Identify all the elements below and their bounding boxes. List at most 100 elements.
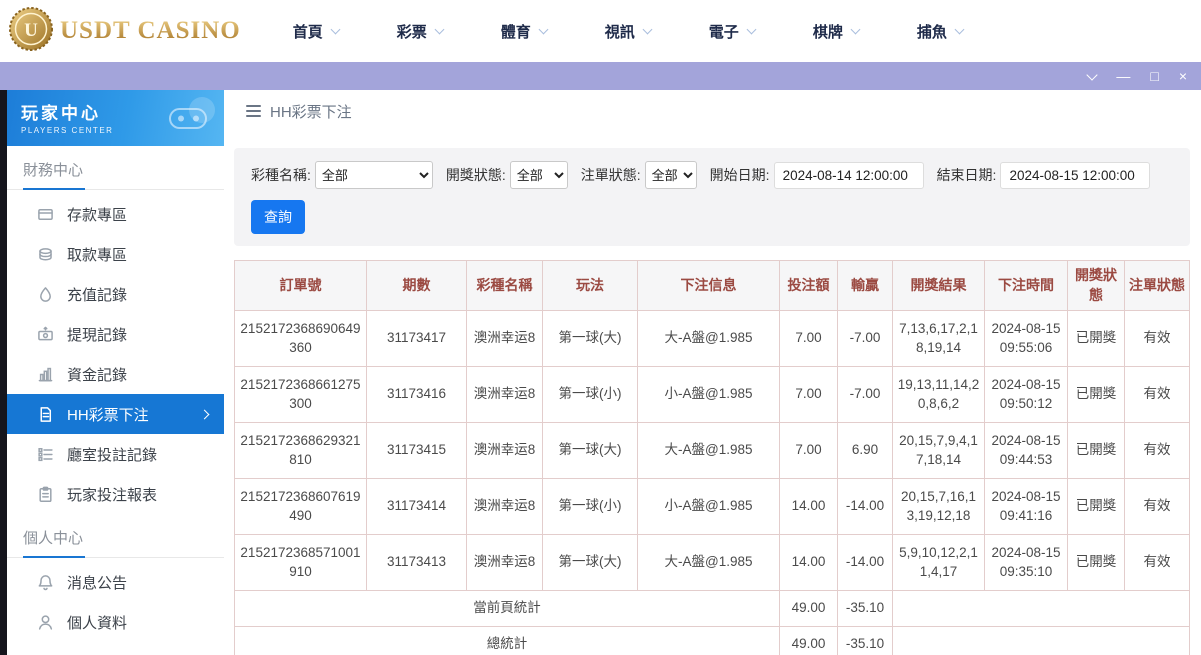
sidebar-item-label: 消息公告 xyxy=(67,572,127,593)
table-cell: 2024-08-15 09:41:16 xyxy=(985,478,1068,534)
sidebar-item-label: 廳室投註記錄 xyxy=(67,444,157,465)
chevron-down-icon xyxy=(954,24,964,34)
table-cell: 澳洲幸运8 xyxy=(467,366,543,422)
nav-item-label: 捕魚 xyxy=(917,21,947,42)
sidebar-item-funds-record[interactable]: 資金記錄 xyxy=(7,354,224,394)
table-cell: 有效 xyxy=(1125,310,1190,366)
column-header: 投注額 xyxy=(780,261,838,311)
table-cell: 2024-08-15 09:35:10 xyxy=(985,534,1068,590)
column-header: 玩法 xyxy=(543,261,638,311)
chevron-down-icon xyxy=(746,24,756,34)
bets-table: 訂單號 期數 彩種名稱 玩法 下注信息 投注額 輸贏 開獎結果 下注時間 開獎狀… xyxy=(234,260,1190,655)
sidebar-item-label: 取款專區 xyxy=(67,244,127,265)
top-nav: U USDT CASINO 首頁 彩票 體育 視訊 電子 棋牌 捕魚 xyxy=(0,0,1201,62)
column-header: 彩種名稱 xyxy=(467,261,543,311)
column-header: 輸贏 xyxy=(838,261,893,311)
table-cell: 有效 xyxy=(1125,422,1190,478)
chevron-down-icon xyxy=(1087,69,1098,80)
table-cell: 小-A盤@1.985 xyxy=(638,366,780,422)
sidebar-item-cashout-record[interactable]: 提現記錄 xyxy=(7,314,224,354)
content-header: HH彩票下注 xyxy=(224,90,1201,132)
column-header: 下注信息 xyxy=(638,261,780,311)
page-title: HH彩票下注 xyxy=(270,101,352,122)
summary-empty-cell xyxy=(893,626,1190,655)
nav-item-label: 電子 xyxy=(709,21,739,42)
minimize-button[interactable]: — xyxy=(1116,69,1130,83)
table-cell: 澳洲幸运8 xyxy=(467,310,543,366)
column-header: 期數 xyxy=(367,261,467,311)
table-cell: 2152172368607619490 xyxy=(235,478,367,534)
table-cell: 31173417 xyxy=(367,310,467,366)
maximize-button[interactable]: □ xyxy=(1150,69,1158,83)
usdt-coin-icon: U xyxy=(8,6,54,57)
sidebar-item-announcements[interactable]: 消息公告 xyxy=(7,562,224,602)
deposit-card-icon xyxy=(37,206,54,223)
chevron-down-icon xyxy=(434,24,444,34)
table-row: 215217236860761949031173414澳洲幸运8第一球(小)小-… xyxy=(235,478,1190,534)
start-date-input[interactable] xyxy=(774,162,924,189)
nav-item-chess[interactable]: 棋牌 xyxy=(813,21,859,42)
table-cell: -7.00 xyxy=(838,310,893,366)
nav-item-video[interactable]: 視訊 xyxy=(605,21,651,42)
table-cell: 有效 xyxy=(1125,478,1190,534)
table-cell: 澳洲幸运8 xyxy=(467,534,543,590)
table-cell: 已開獎 xyxy=(1068,366,1125,422)
sidebar-item-deposit[interactable]: 存款專區 xyxy=(7,194,224,234)
end-date-input[interactable] xyxy=(1000,162,1150,189)
bet-status-select[interactable]: 全部 xyxy=(645,161,697,189)
logo[interactable]: U USDT CASINO xyxy=(8,6,241,57)
end-date-label: 結束日期: xyxy=(937,165,997,185)
nav-item-fishing[interactable]: 捕魚 xyxy=(917,21,963,42)
close-button[interactable]: × xyxy=(1179,69,1187,83)
table-cell: 2024-08-15 09:50:12 xyxy=(985,366,1068,422)
search-button[interactable]: 查詢 xyxy=(251,200,305,234)
bar-chart-icon xyxy=(37,366,54,383)
nav-item-label: 棋牌 xyxy=(813,21,843,42)
bet-status-label: 注單狀態: xyxy=(581,165,641,185)
players-center-header: 玩家中心 PLAYERS CENTER xyxy=(7,90,224,146)
sidebar-item-room-bet-record[interactable]: 廳室投註記錄 xyxy=(7,434,224,474)
lottery-ticket-icon xyxy=(37,406,54,423)
list-icon xyxy=(37,446,54,463)
table-cell: 7.00 xyxy=(780,422,838,478)
table-cell: 7.00 xyxy=(780,366,838,422)
table-cell: -7.00 xyxy=(838,366,893,422)
svg-text:U: U xyxy=(24,20,38,41)
chevron-down-icon xyxy=(850,24,860,34)
sidebar-item-withdraw[interactable]: 取款專區 xyxy=(7,234,224,274)
nav-item-label: 視訊 xyxy=(605,21,635,42)
window-titlebar: — □ × xyxy=(0,62,1201,90)
sidebar-item-label: HH彩票下注 xyxy=(67,404,149,425)
table-cell: 7,13,6,17,2,18,19,14 xyxy=(893,310,985,366)
summary-winloss-total: -35.10 xyxy=(838,590,893,626)
clipboard-icon xyxy=(37,486,54,503)
chevron-down-icon xyxy=(330,24,340,34)
table-cell: 19,13,11,14,20,8,6,2 xyxy=(893,366,985,422)
table-body: 215217236869064936031173417澳洲幸运8第一球(大)大-… xyxy=(235,310,1190,590)
nav-item-lottery[interactable]: 彩票 xyxy=(397,21,443,42)
page: U USDT CASINO 首頁 彩票 體育 視訊 電子 棋牌 捕魚 — □ ×… xyxy=(0,0,1201,655)
table-cell: 大-A盤@1.985 xyxy=(638,310,780,366)
menu-icon[interactable] xyxy=(246,105,261,117)
sidebar-item-hh-lottery-bet[interactable]: HH彩票下注 xyxy=(7,394,224,434)
sidebar-item-profile[interactable]: 個人資料 xyxy=(7,602,224,642)
nav-item-sports[interactable]: 體育 xyxy=(501,21,547,42)
lottery-name-select[interactable]: 全部 xyxy=(315,161,433,189)
sidebar-item-player-bet-report[interactable]: 玩家投注報表 xyxy=(7,474,224,514)
table-cell: 第一球(小) xyxy=(543,366,638,422)
table-cell: 第一球(大) xyxy=(543,534,638,590)
window-dropdown-button[interactable] xyxy=(1088,74,1096,79)
draw-status-select[interactable]: 全部 xyxy=(510,161,568,189)
table-cell: 大-A盤@1.985 xyxy=(638,534,780,590)
table-cell: 已開獎 xyxy=(1068,310,1125,366)
table-cell: 14.00 xyxy=(780,534,838,590)
nav-item-home[interactable]: 首頁 xyxy=(293,21,339,42)
gamepad-icon xyxy=(160,96,218,143)
nav-item-label: 首頁 xyxy=(293,21,323,42)
user-icon xyxy=(37,614,54,631)
sidebar-item-label: 玩家投注報表 xyxy=(67,484,157,505)
bell-icon xyxy=(37,574,54,591)
sidebar-item-label: 充值記錄 xyxy=(67,284,127,305)
sidebar-item-recharge-record[interactable]: 充值記錄 xyxy=(7,274,224,314)
nav-item-slots[interactable]: 電子 xyxy=(709,21,755,42)
